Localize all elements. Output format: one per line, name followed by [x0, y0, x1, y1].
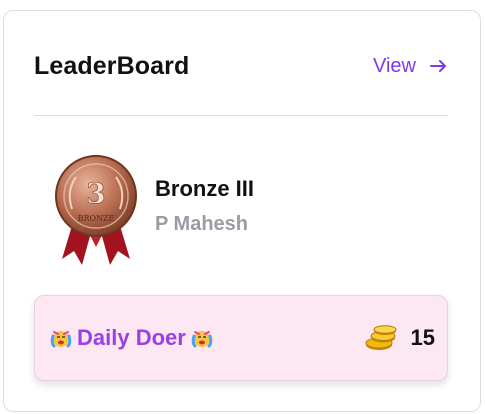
crying-face-icon — [191, 331, 213, 348]
coin-count: 15 — [410, 325, 435, 350]
rank-user-name: P Mahesh — [155, 213, 248, 235]
badge-title-group: Daily Doer — [49, 325, 214, 351]
leaderboard-card: LeaderBoard View 3 BRONZE Bronze III P M… — [3, 10, 481, 412]
coin-group: 15 — [363, 325, 435, 351]
coins-icon — [365, 325, 397, 350]
medal-number: 3 — [86, 177, 105, 210]
arrow-right-icon — [430, 60, 446, 72]
rank-info: Bronze III P Mahesh — [155, 176, 254, 236]
view-link[interactable]: View — [373, 55, 448, 78]
bronze-medal-icon: 3 BRONZE — [55, 155, 137, 265]
card-header: LeaderBoard View — [34, 49, 448, 83]
card-title: LeaderBoard — [34, 51, 190, 80]
achievement-badge[interactable]: Daily Doer 15 — [34, 295, 448, 381]
medal-text: BRONZE — [78, 214, 115, 223]
view-link-label: View — [373, 54, 416, 77]
rank-tier: Bronze III — [155, 176, 255, 201]
header-divider — [34, 115, 448, 116]
rank-row: 3 BRONZE Bronze III P Mahesh — [48, 151, 448, 273]
crying-face-icon — [50, 331, 72, 348]
badge-label: Daily Doer — [77, 325, 186, 350]
